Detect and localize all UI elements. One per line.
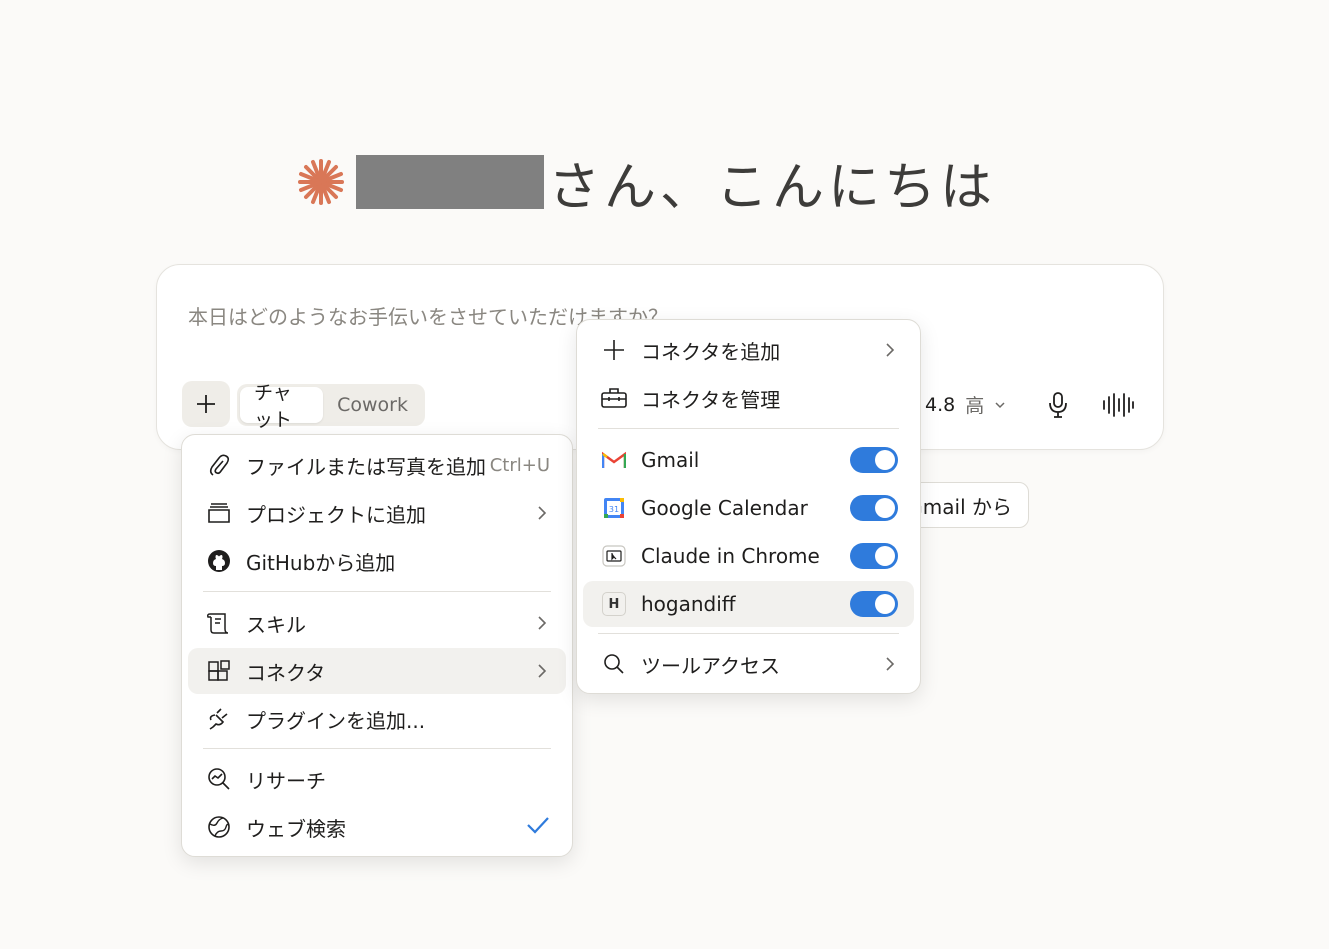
connector-toggle[interactable] xyxy=(850,447,898,473)
skill-icon xyxy=(206,610,232,636)
chevron-right-icon xyxy=(534,663,550,679)
chevron-right-icon xyxy=(534,615,550,631)
globe-icon xyxy=(206,814,232,840)
gmail-icon xyxy=(601,447,627,473)
mode-chat-tab[interactable]: チャット xyxy=(240,382,324,431)
microphone-icon[interactable] xyxy=(1047,391,1069,419)
menu-item-label: プロジェクトに追加 xyxy=(246,502,426,527)
menu-item-add-plugin[interactable]: プラグインを追加... xyxy=(188,696,566,742)
menu-item-manage-connectors[interactable]: コネクタを管理 xyxy=(583,375,914,421)
research-icon xyxy=(206,766,232,792)
effort-level: 高 xyxy=(965,395,985,417)
connector-icon xyxy=(206,658,232,684)
chrome-extension-icon xyxy=(601,543,627,569)
chevron-down-icon xyxy=(995,401,1005,408)
menu-item-label: プラグインを追加... xyxy=(246,708,426,733)
add-menu: ファイルまたは写真を追加 Ctrl+U プロジェクトに追加 GitHubから追加… xyxy=(181,434,573,857)
connector-toggle[interactable] xyxy=(850,591,898,617)
model-selector[interactable]: 4.8 高 xyxy=(925,391,1006,418)
menu-item-label: ファイルまたは写真を追加 xyxy=(246,454,486,479)
menu-item-connectors[interactable]: コネクタ xyxy=(188,648,566,694)
menu-item-label: GitHubから追加 xyxy=(246,550,396,575)
add-content-button[interactable] xyxy=(182,381,230,427)
plus-icon xyxy=(197,395,215,413)
menu-item-label: コネクタ xyxy=(246,660,326,685)
plus-icon xyxy=(601,337,627,363)
menu-item-label: コネクタを管理 xyxy=(641,387,781,412)
toolbox-icon xyxy=(601,385,627,411)
connector-label: hogandiff xyxy=(641,592,736,616)
connector-claude-in-chrome[interactable]: Claude in Chrome xyxy=(583,533,914,579)
greeting-text: さん、こんにちは xyxy=(548,157,997,218)
connector-toggle[interactable] xyxy=(850,495,898,521)
paperclip-icon xyxy=(206,452,232,478)
checkmark-icon xyxy=(526,815,550,840)
menu-item-web-search[interactable]: ウェブ検索 xyxy=(188,804,566,850)
plug-icon xyxy=(206,706,232,732)
connector-label: Gmail xyxy=(641,448,700,472)
menu-item-add-connector[interactable]: コネクタを追加 xyxy=(583,327,914,373)
connector-hogandiff[interactable]: H hogandiff xyxy=(583,581,914,627)
menu-item-label: ツールアクセス xyxy=(641,653,780,678)
connector-label: Claude in Chrome xyxy=(641,544,820,568)
claude-logo-icon xyxy=(298,159,344,205)
menu-item-add-file[interactable]: ファイルまたは写真を追加 Ctrl+U xyxy=(188,442,566,488)
connector-submenu: コネクタを追加 コネクタを管理 Gmail 31 Google Calendar… xyxy=(576,319,921,694)
chevron-right-icon xyxy=(882,656,898,672)
menu-item-label: コネクタを追加 xyxy=(641,339,781,364)
menu-item-research[interactable]: リサーチ xyxy=(188,756,566,802)
greeting: さん、こんにちは xyxy=(296,148,996,218)
menu-item-label: スキル xyxy=(246,612,306,637)
connector-badge: H xyxy=(602,592,626,616)
menu-item-add-to-project[interactable]: プロジェクトに追加 xyxy=(188,490,566,536)
menu-item-add-github[interactable]: GitHubから追加 xyxy=(188,538,566,584)
google-calendar-icon: 31 xyxy=(601,495,627,521)
search-icon xyxy=(601,651,627,677)
mode-cowork-tab[interactable]: Cowork xyxy=(323,394,422,416)
menu-divider xyxy=(598,428,899,429)
svg-text:31: 31 xyxy=(609,505,619,514)
hogandiff-icon: H xyxy=(601,591,627,617)
connector-google-calendar[interactable]: 31 Google Calendar xyxy=(583,485,914,531)
connector-label: Google Calendar xyxy=(641,496,808,520)
menu-divider xyxy=(203,591,551,592)
menu-item-tool-access[interactable]: ツールアクセス xyxy=(583,641,914,687)
menu-divider xyxy=(203,748,551,749)
shortcut-label: Ctrl+U xyxy=(489,454,550,476)
model-version: 4.8 xyxy=(925,393,956,416)
voice-mode-icon[interactable] xyxy=(1101,391,1135,419)
chevron-right-icon xyxy=(882,342,898,358)
github-icon xyxy=(206,548,232,574)
redacted-username xyxy=(356,155,544,209)
menu-divider xyxy=(598,633,899,634)
menu-item-label: ウェブ検索 xyxy=(246,816,346,841)
connector-toggle[interactable] xyxy=(850,543,898,569)
connector-gmail[interactable]: Gmail xyxy=(583,437,914,483)
project-icon xyxy=(206,500,232,526)
menu-item-skills[interactable]: スキル xyxy=(188,600,566,646)
chevron-right-icon xyxy=(534,505,550,521)
menu-item-label: リサーチ xyxy=(246,768,326,793)
mode-toggle: チャット Cowork xyxy=(237,382,425,431)
